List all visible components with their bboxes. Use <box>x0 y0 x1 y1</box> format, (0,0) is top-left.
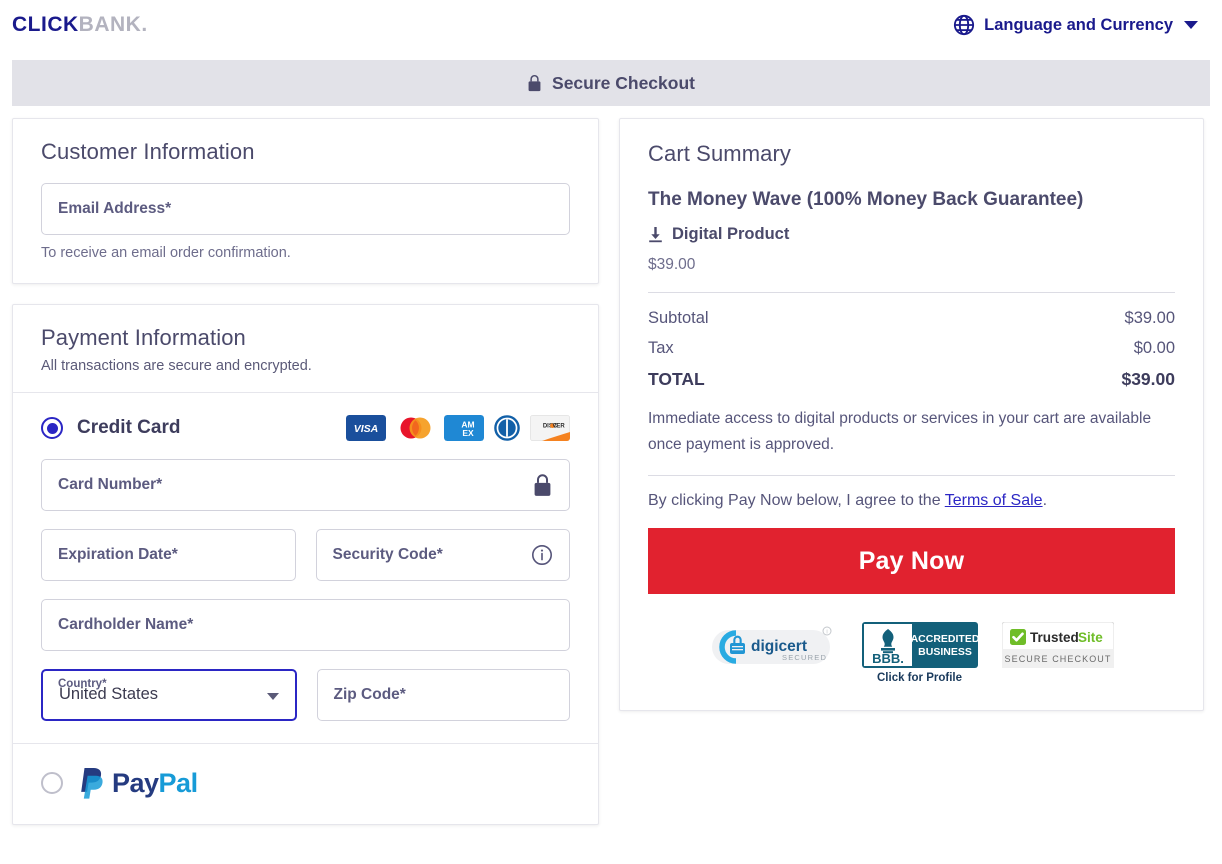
subtotal-row: Subtotal $39.00 <box>648 309 1175 328</box>
paypal-mark-icon <box>77 766 107 800</box>
terms-suffix: . <box>1043 492 1047 509</box>
product-type: Digital Product <box>648 225 1175 244</box>
accepted-cards: VISA AM EX <box>346 415 570 441</box>
language-currency-selector[interactable]: Language and Currency <box>953 14 1198 36</box>
right-column: Cart Summary The Money Wave (100% Money … <box>619 118 1204 711</box>
info-icon[interactable] <box>531 544 553 566</box>
digicert-seal-icon: digicert SECURED i <box>710 622 838 672</box>
discover-icon: DISC VER <box>530 415 570 441</box>
trust-badges: digicert SECURED i <box>648 622 1175 684</box>
paypal-radio[interactable] <box>41 772 63 794</box>
cart-summary-title: Cart Summary <box>648 141 1175 167</box>
cardholder-name-placeholder: Cardholder Name* <box>58 616 193 634</box>
logo-secondary-text: BANK. <box>79 13 148 37</box>
product-type-label: Digital Product <box>672 225 789 244</box>
terms-agreement: By clicking Pay Now below, I agree to th… <box>648 492 1175 510</box>
credit-card-radio[interactable] <box>41 417 63 439</box>
cardholder-name-field[interactable]: Cardholder Name* <box>41 599 570 651</box>
card-number-placeholder: Card Number* <box>58 476 162 494</box>
summary-divider-2 <box>648 475 1175 476</box>
tax-value: $0.00 <box>1134 339 1175 358</box>
immediate-access-note: Immediate access to digital products or … <box>648 406 1175 457</box>
pay-now-button[interactable]: Pay Now <box>648 528 1175 594</box>
zip-code-placeholder: Zip Code* <box>334 686 406 704</box>
checkout-columns: Customer Information Email Address* To r… <box>0 118 1222 825</box>
email-placeholder: Email Address* <box>58 200 171 218</box>
svg-text:Trusted: Trusted <box>1030 630 1079 645</box>
credit-card-option[interactable]: Credit Card VISA AM <box>13 393 598 441</box>
payment-information-subtitle: All transactions are secure and encrypte… <box>41 358 570 374</box>
zip-code-field[interactable]: Zip Code* <box>317 669 571 721</box>
logo-primary-text: CLICK <box>12 13 79 37</box>
checkout-page: CLICKBANK. Language and Currency <box>0 0 1222 864</box>
customer-information-title: Customer Information <box>41 139 570 165</box>
svg-text:ACCREDITED: ACCREDITED <box>910 633 977 645</box>
payment-information-title: Payment Information <box>41 325 570 351</box>
paypal-label-light: Pal <box>159 768 198 798</box>
expiration-date-field[interactable]: Expiration Date* <box>41 529 296 581</box>
language-currency-label: Language and Currency <box>984 16 1173 35</box>
paypal-logo: PayPal <box>77 766 198 800</box>
total-value: $39.00 <box>1121 369 1175 390</box>
total-label: TOTAL <box>648 369 705 390</box>
digicert-badge[interactable]: digicert SECURED i <box>710 622 838 672</box>
country-select[interactable]: Country* United States <box>41 669 297 721</box>
subtotal-value: $39.00 <box>1125 309 1175 328</box>
customer-information-card: Customer Information Email Address* To r… <box>12 118 599 284</box>
svg-text:SECURED: SECURED <box>782 653 827 662</box>
bbb-badge[interactable]: BBB. ACCREDITED BUSINESS Click for Profi… <box>862 622 978 684</box>
summary-divider-1 <box>648 292 1175 293</box>
chevron-down-icon <box>1184 21 1198 29</box>
security-code-placeholder: Security Code* <box>333 546 443 564</box>
clickbank-logo[interactable]: CLICKBANK. <box>12 13 148 37</box>
globe-icon <box>953 14 975 36</box>
lock-icon <box>527 74 542 92</box>
left-column: Customer Information Email Address* To r… <box>12 118 599 825</box>
email-helper-text: To receive an email order confirmation. <box>41 245 570 261</box>
subtotal-label: Subtotal <box>648 309 709 328</box>
secure-checkout-label: Secure Checkout <box>552 73 695 94</box>
expiry-security-row: Expiration Date* Security Code* <box>41 529 570 581</box>
lock-icon <box>532 473 553 497</box>
amex-icon: AM EX <box>444 415 484 441</box>
trustedsite-badge[interactable]: Trusted Site SECURE CHECKOUT <box>1002 622 1114 668</box>
paypal-label-dark: Pay <box>112 768 159 798</box>
tax-row: Tax $0.00 <box>648 339 1175 358</box>
expiration-date-placeholder: Expiration Date* <box>58 546 178 564</box>
svg-text:SECURE CHECKOUT: SECURE CHECKOUT <box>1004 654 1111 664</box>
secure-checkout-banner: Secure Checkout <box>12 60 1210 106</box>
diners-club-icon <box>493 415 521 441</box>
terms-prefix: By clicking Pay Now below, I agree to th… <box>648 492 945 509</box>
bbb-click-for-profile-label: Click for Profile <box>877 672 962 684</box>
email-field[interactable]: Email Address* <box>41 183 570 235</box>
page-header: CLICKBANK. Language and Currency <box>0 0 1222 50</box>
visa-icon: VISA <box>346 415 386 441</box>
svg-text:EX: EX <box>462 428 474 438</box>
mastercard-icon <box>395 415 435 441</box>
svg-text:Site: Site <box>1078 630 1103 645</box>
svg-text:BBB.: BBB. <box>872 651 904 666</box>
total-row: TOTAL $39.00 <box>648 369 1175 390</box>
product-name: The Money Wave (100% Money Back Guarante… <box>648 189 1175 211</box>
product-price: $39.00 <box>648 256 1175 274</box>
bbb-accredited-icon: BBB. ACCREDITED BUSINESS <box>862 622 978 668</box>
tax-label: Tax <box>648 339 674 358</box>
svg-text:i: i <box>826 630 827 636</box>
credit-card-label: Credit Card <box>77 417 180 439</box>
svg-text:VER: VER <box>552 424 565 430</box>
payment-information-card: Payment Information All transactions are… <box>12 304 599 825</box>
card-number-field[interactable]: Card Number* <box>41 459 570 511</box>
cart-summary-card: Cart Summary The Money Wave (100% Money … <box>619 118 1204 711</box>
security-code-field[interactable]: Security Code* <box>316 529 571 581</box>
trustedsite-icon: Trusted Site SECURE CHECKOUT <box>1002 622 1114 668</box>
country-zip-row: Country* United States Zip Code* <box>41 669 570 721</box>
country-label: Country* <box>58 678 107 690</box>
svg-text:BUSINESS: BUSINESS <box>918 646 972 658</box>
svg-text:VISA: VISA <box>354 423 379 435</box>
download-icon <box>648 226 663 243</box>
chevron-down-icon <box>267 693 279 700</box>
terms-of-sale-link[interactable]: Terms of Sale <box>945 492 1043 509</box>
paypal-option[interactable]: PayPal <box>13 744 598 824</box>
